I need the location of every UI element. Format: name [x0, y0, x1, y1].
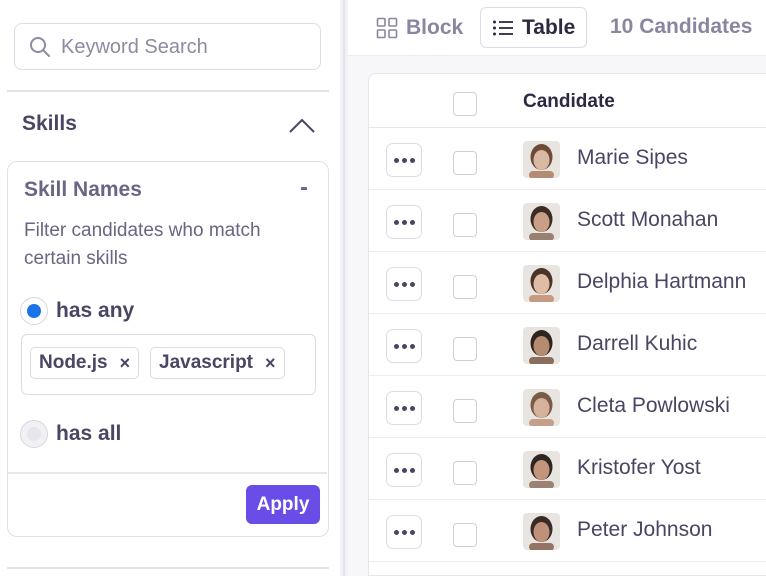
ellipsis-dot	[401, 343, 407, 349]
tab-table-label: Table	[522, 15, 576, 39]
ellipsis-dot	[393, 405, 399, 411]
ellipsis-dot	[409, 219, 415, 225]
table-row[interactable]: Scott Monahan	[369, 190, 766, 252]
more-options-button[interactable]	[386, 267, 422, 301]
row-checkbox[interactable]	[453, 275, 477, 299]
row-checkbox[interactable]	[453, 523, 477, 547]
ellipsis-dot	[409, 281, 415, 287]
row-checkbox[interactable]	[453, 461, 477, 485]
select-all-checkbox[interactable]	[453, 92, 477, 116]
view-toolbar: Block Table 10 Candidates	[348, 0, 766, 56]
collapse-button[interactable]: -	[300, 174, 308, 202]
ellipsis-dot	[409, 467, 415, 473]
ellipsis-dot	[393, 219, 399, 225]
skill-chip-label: Javascript	[159, 352, 254, 373]
table-row[interactable]: Marie Sipes	[369, 128, 766, 190]
avatar	[523, 203, 560, 240]
table-row[interactable]: Darrell Kuhic	[369, 314, 766, 376]
candidate-name[interactable]: Darrell Kuhic	[577, 332, 766, 356]
avatar	[523, 327, 560, 364]
more-options-button[interactable]	[386, 391, 422, 425]
ellipsis-dot	[393, 157, 399, 163]
avatar	[523, 389, 560, 426]
row-checkbox[interactable]	[453, 213, 477, 237]
candidates-table: Candidate Marie Sipes Scott Monahan Delphi…	[368, 73, 766, 576]
more-options-button[interactable]	[386, 205, 422, 239]
skill-chip: Javascript ×	[150, 347, 285, 379]
table-row[interactable]: Kristofer Yost	[369, 438, 766, 500]
keyword-search-input[interactable]	[61, 32, 311, 62]
chevron-up-icon[interactable]	[288, 116, 316, 134]
candidate-name[interactable]: Delphia Hartmann	[577, 270, 766, 294]
more-options-button[interactable]	[386, 329, 422, 363]
candidate-name[interactable]: Peter Johnson	[577, 518, 766, 542]
ellipsis-dot	[401, 467, 407, 473]
ellipsis-dot	[401, 405, 407, 411]
skills-chip-input[interactable]: Node.js × Javascript ×	[21, 334, 316, 395]
ellipsis-dot	[409, 157, 415, 163]
ellipsis-dot	[409, 405, 415, 411]
more-options-button[interactable]	[386, 143, 422, 177]
candidate-name[interactable]: Marie Sipes	[577, 146, 766, 170]
remove-chip-icon[interactable]: ×	[120, 353, 131, 374]
candidate-name[interactable]: Scott Monahan	[577, 208, 766, 232]
has-any-radio[interactable]	[20, 297, 48, 325]
panel-divider[interactable]	[340, 0, 348, 576]
skill-chip: Node.js ×	[30, 347, 140, 379]
row-checkbox[interactable]	[453, 399, 477, 423]
list-icon	[493, 20, 513, 35]
filter-description: Filter candidates who match certain skil…	[24, 220, 261, 269]
ellipsis-dot	[393, 281, 399, 287]
has-all-radio[interactable]	[20, 420, 48, 448]
ellipsis-dot	[401, 281, 407, 287]
apply-button[interactable]: Apply	[246, 485, 320, 524]
table-row[interactable]: Cleta Powlowski	[369, 376, 766, 438]
tab-table[interactable]: Table	[480, 7, 587, 48]
has-all-label[interactable]: has all	[56, 422, 121, 446]
filter-panel: Skills Skill Names - Filter candidates w…	[0, 0, 340, 576]
ellipsis-dot	[393, 343, 399, 349]
ellipsis-dot	[393, 529, 399, 535]
tab-block-label: Block	[406, 15, 464, 39]
search-box[interactable]	[14, 23, 321, 70]
row-checkbox[interactable]	[453, 337, 477, 361]
skill-names-filter-card: Skill Names - Filter candidates who matc…	[7, 161, 329, 537]
table-row[interactable]: Peter Johnson	[369, 500, 766, 562]
divider-line	[7, 90, 329, 92]
ellipsis-dot	[401, 529, 407, 535]
skills-section-title: Skills	[22, 112, 77, 135]
candidate-column-header: Candidate	[523, 91, 615, 112]
tab-block[interactable]: Block	[376, 7, 463, 48]
candidate-name[interactable]: Kristofer Yost	[577, 456, 766, 480]
has-any-label[interactable]: has any	[56, 299, 134, 323]
avatar	[523, 513, 560, 550]
avatar	[523, 141, 560, 178]
ellipsis-dot	[401, 219, 407, 225]
card-footer-divider	[8, 472, 327, 474]
skill-chip-label: Node.js	[39, 352, 108, 373]
ellipsis-dot	[393, 467, 399, 473]
avatar	[523, 451, 560, 488]
candidate-name[interactable]: Cleta Powlowski	[577, 394, 766, 418]
ellipsis-dot	[401, 157, 407, 163]
ellipsis-dot	[409, 343, 415, 349]
row-checkbox[interactable]	[453, 151, 477, 175]
candidate-count: 10 Candidates	[610, 15, 753, 38]
more-options-button[interactable]	[386, 453, 422, 487]
grid-icon	[376, 17, 398, 38]
search-icon	[30, 37, 50, 57]
candidates-area: Block Table 10 Candidates Candidate Mari…	[348, 0, 766, 576]
more-options-button[interactable]	[386, 515, 422, 549]
skill-names-title: Skill Names	[24, 178, 142, 201]
table-header: Candidate	[369, 74, 766, 128]
remove-chip-icon[interactable]: ×	[265, 353, 276, 374]
ellipsis-dot	[409, 529, 415, 535]
divider-line	[7, 567, 329, 569]
table-row[interactable]: Delphia Hartmann	[369, 252, 766, 314]
avatar	[523, 265, 560, 302]
